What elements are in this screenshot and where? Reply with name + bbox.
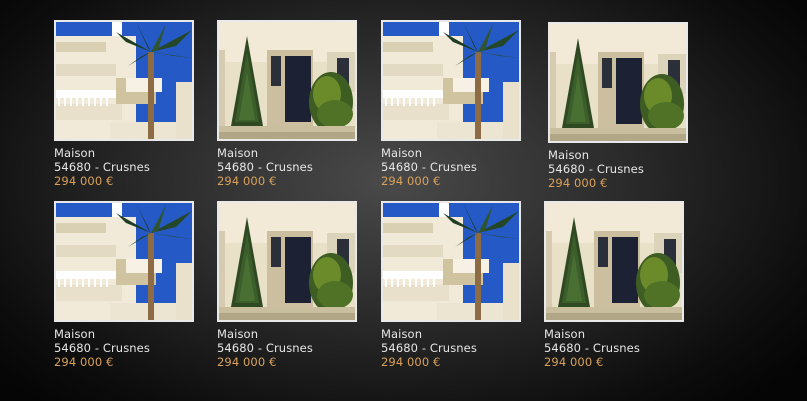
- listing-card[interactable]: Maison 54680 - Crusnes 294 000 €: [217, 20, 357, 188]
- cream-house-door-cypress-photo: [219, 203, 355, 320]
- listing-location: 54680 - Crusnes: [54, 160, 150, 174]
- listing-location: 54680 - Crusnes: [217, 160, 313, 174]
- white-apartment-balconies-palm-photo: [383, 22, 519, 139]
- listing-photo[interactable]: [544, 201, 684, 322]
- listing-price: 294 000 €: [544, 355, 604, 369]
- listing-location: 54680 - Crusnes: [544, 341, 640, 355]
- listing-grid: Maison 54680 - Crusnes 294 000 € Maison …: [0, 0, 807, 401]
- listing-price: 294 000 €: [548, 176, 608, 190]
- white-apartment-balconies-palm-photo: [56, 22, 192, 139]
- listing-price: 294 000 €: [54, 174, 114, 188]
- white-apartment-balconies-palm-photo: [56, 203, 192, 320]
- listing-location: 54680 - Crusnes: [548, 162, 644, 176]
- listing-type: Maison: [217, 327, 259, 341]
- listing-card[interactable]: Maison 54680 - Crusnes 294 000 €: [381, 20, 521, 188]
- listing-type: Maison: [381, 327, 423, 341]
- listing-price: 294 000 €: [54, 355, 114, 369]
- listing-location: 54680 - Crusnes: [381, 341, 477, 355]
- listing-type: Maison: [217, 146, 259, 160]
- cream-house-door-cypress-photo: [550, 24, 686, 141]
- listing-photo[interactable]: [548, 22, 688, 143]
- listing-photo[interactable]: [54, 201, 194, 322]
- listing-photo[interactable]: [54, 20, 194, 141]
- listing-location: 54680 - Crusnes: [217, 341, 313, 355]
- listing-photo[interactable]: [217, 20, 357, 141]
- listing-type: Maison: [54, 327, 96, 341]
- listing-card[interactable]: Maison 54680 - Crusnes 294 000 €: [54, 201, 194, 369]
- listing-location: 54680 - Crusnes: [381, 160, 477, 174]
- cream-house-door-cypress-photo: [219, 22, 355, 139]
- listing-photo[interactable]: [217, 201, 357, 322]
- listing-card[interactable]: Maison 54680 - Crusnes 294 000 €: [217, 201, 357, 369]
- listing-type: Maison: [548, 148, 590, 162]
- listing-price: 294 000 €: [217, 174, 277, 188]
- listing-price: 294 000 €: [381, 355, 441, 369]
- listing-card[interactable]: Maison 54680 - Crusnes 294 000 €: [54, 20, 194, 188]
- listing-price: 294 000 €: [381, 174, 441, 188]
- listing-type: Maison: [381, 146, 423, 160]
- cream-house-door-cypress-photo: [546, 203, 682, 320]
- listing-price: 294 000 €: [217, 355, 277, 369]
- listing-photo[interactable]: [381, 20, 521, 141]
- listing-card[interactable]: Maison 54680 - Crusnes 294 000 €: [544, 201, 684, 369]
- listing-card[interactable]: Maison 54680 - Crusnes 294 000 €: [548, 22, 688, 190]
- listing-type: Maison: [54, 146, 96, 160]
- listing-type: Maison: [544, 327, 586, 341]
- listing-location: 54680 - Crusnes: [54, 341, 150, 355]
- listing-photo[interactable]: [381, 201, 521, 322]
- white-apartment-balconies-palm-photo: [383, 203, 519, 320]
- listing-card[interactable]: Maison 54680 - Crusnes 294 000 €: [381, 201, 521, 369]
